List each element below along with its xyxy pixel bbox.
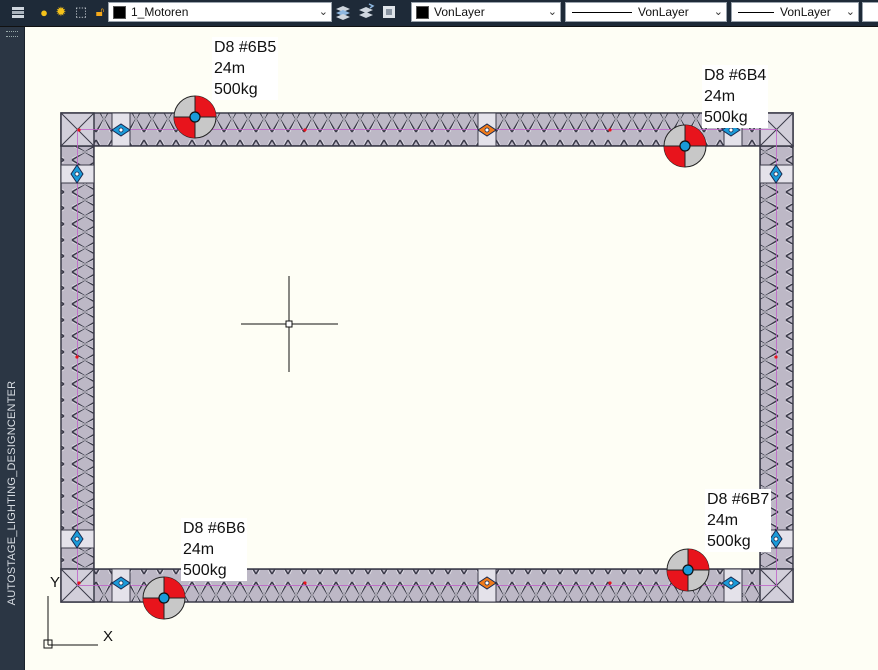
- hook-blue-dot: [74, 536, 80, 542]
- connector-orange-dot: [484, 580, 490, 586]
- motor-center: [189, 111, 201, 123]
- motor-height: 24m: [183, 541, 215, 558]
- anchor-point: [77, 128, 81, 132]
- motor-6b5: [173, 95, 217, 139]
- hook-blue-dot: [74, 171, 80, 177]
- motor-label-6b4[interactable]: D8 #6B4 24m 500kg: [702, 65, 769, 128]
- anchor-point: [608, 581, 612, 585]
- hook-blue-dot: [728, 127, 734, 133]
- ucs-icon: [43, 596, 98, 649]
- motor-name: D8 #6B7: [707, 491, 770, 508]
- anchor-point: [75, 355, 79, 359]
- motor-6b7: [666, 548, 710, 592]
- motor-6b4: [663, 124, 707, 168]
- motor-name: D8 #6B6: [183, 520, 246, 537]
- motor-name: D8 #6B5: [214, 39, 277, 56]
- anchor-point: [303, 128, 307, 132]
- hook-blue-dot: [773, 536, 779, 542]
- motor-height: 24m: [707, 512, 739, 529]
- motor-load: 500kg: [183, 562, 227, 579]
- motor-center: [682, 564, 694, 576]
- hook-blue-dot: [728, 580, 734, 586]
- hook-blue-dot: [118, 580, 124, 586]
- motor-label-6b7[interactable]: D8 #6B7 24m 500kg: [705, 489, 772, 552]
- motor-height: 24m: [704, 88, 736, 105]
- hook-blue-dot: [773, 171, 779, 177]
- motor-label-6b5[interactable]: D8 #6B5 24m 500kg: [212, 37, 279, 100]
- motor-6b6: [142, 576, 186, 620]
- anchor-point: [77, 581, 81, 585]
- anchor-point: [774, 355, 778, 359]
- motor-label-6b6[interactable]: D8 #6B6 24m 500kg: [181, 518, 248, 581]
- motor-load: 500kg: [707, 533, 751, 550]
- motor-name: D8 #6B4: [704, 67, 767, 84]
- connector-orange-dot: [484, 127, 490, 133]
- ucs-x-label: X: [103, 628, 114, 645]
- hook-blue-dot: [118, 127, 124, 133]
- motor-center: [158, 592, 170, 604]
- anchor-point: [303, 581, 307, 585]
- motor-load: 500kg: [704, 109, 748, 126]
- ucs-y-label: Y: [50, 574, 61, 591]
- motor-load: 500kg: [214, 81, 258, 98]
- motor-center: [679, 140, 691, 152]
- motor-height: 24m: [214, 60, 246, 77]
- truss-inner-edge: [93, 145, 761, 570]
- anchor-point: [608, 128, 612, 132]
- truss-frame[interactable]: [60, 112, 794, 603]
